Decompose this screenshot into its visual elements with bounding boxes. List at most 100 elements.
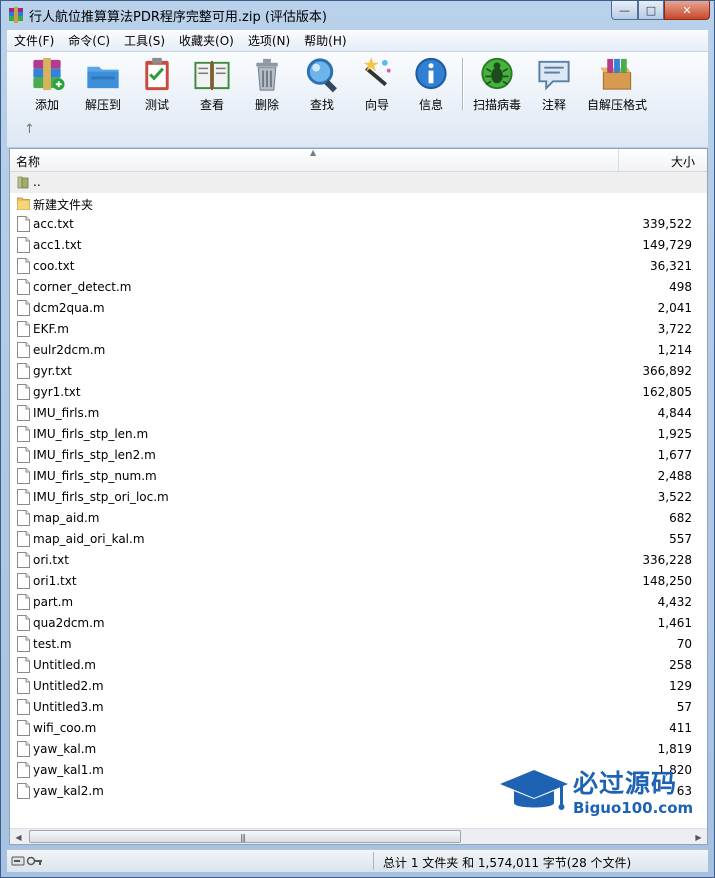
table-row[interactable]: eulr2dcm.m 1,214 (10, 340, 707, 361)
file-name: acc.txt (33, 217, 74, 231)
menu-bar: 文件(F) 命令(C) 工具(S) 收藏夹(O) 选项(N) 帮助(H) (7, 30, 708, 51)
file-size: 149,729 (642, 238, 692, 252)
table-row[interactable]: Untitled3.m 57 (10, 697, 707, 718)
sfx-button[interactable]: 自解压格式 (585, 55, 649, 113)
file-size: 4,432 (657, 595, 692, 609)
table-row[interactable]: IMU_firls.m 4,844 (10, 403, 707, 424)
maximize-button[interactable]: □ (638, 1, 664, 20)
scrollbar-thumb[interactable]: ||| (29, 830, 461, 843)
scroll-left-icon[interactable]: ◀ (10, 829, 27, 844)
file-size: 557 (669, 532, 692, 546)
up-folder-icon[interactable]: ↑ (24, 122, 35, 137)
file-list[interactable]: 名称 ▲ 大小 .. 新建文件夹 acc.txt 339,522 acc1.txt 149… (9, 148, 708, 845)
file-icon (17, 237, 30, 253)
parent-row[interactable]: .. (10, 172, 707, 193)
window-controls: — □ ✕ (611, 1, 710, 21)
scroll-right-icon[interactable]: ▶ (690, 829, 707, 844)
menu-file[interactable]: 文件(F) (7, 32, 61, 49)
file-icon (17, 741, 30, 757)
file-name: ori.txt (33, 553, 69, 567)
table-row[interactable]: EKF.m 3,722 (10, 319, 707, 340)
menu-tools[interactable]: 工具(S) (117, 32, 172, 49)
table-row[interactable]: acc1.txt 149,729 (10, 235, 707, 256)
winrar-app-icon[interactable] (8, 7, 24, 23)
table-row[interactable]: coo.txt 36,321 (10, 256, 707, 277)
add-button[interactable]: 添加 (27, 55, 67, 113)
menu-help[interactable]: 帮助(H) (297, 32, 353, 49)
file-size: 411 (669, 721, 692, 735)
table-row[interactable]: part.m 4,432 (10, 592, 707, 613)
table-row[interactable]: IMU_firls_stp_len.m 1,925 (10, 424, 707, 445)
table-row[interactable]: Untitled2.m 129 (10, 676, 707, 697)
table-row[interactable]: IMU_firls_stp_num.m 2,488 (10, 466, 707, 487)
table-row[interactable]: yaw_kal.m 1,819 (10, 739, 707, 760)
file-name: dcm2qua.m (33, 301, 105, 315)
table-row[interactable]: map_aid_ori_kal.m 557 (10, 529, 707, 550)
table-row[interactable]: map_aid.m 682 (10, 508, 707, 529)
column-header-size[interactable]: 大小 (619, 149, 707, 171)
table-row[interactable]: wifi_coo.m 411 (10, 718, 707, 739)
menu-options[interactable]: 选项(N) (241, 32, 297, 49)
table-row[interactable]: gyr.txt 366,892 (10, 361, 707, 382)
minimize-button[interactable]: — (611, 1, 638, 20)
test-button[interactable]: 测试 (137, 55, 177, 113)
drive-key-icon[interactable] (11, 854, 43, 867)
file-icon (17, 657, 30, 673)
table-row[interactable]: Untitled.m 258 (10, 655, 707, 676)
file-name: gyr1.txt (33, 385, 81, 399)
file-icon (17, 384, 30, 400)
view-button[interactable]: 查看 (190, 55, 234, 113)
table-row[interactable]: qua2dcm.m 1,461 (10, 613, 707, 634)
file-name: IMU_firls.m (33, 406, 100, 420)
file-icon (17, 573, 30, 589)
folder-row[interactable]: 新建文件夹 (10, 193, 707, 214)
test-label: 测试 (144, 98, 169, 112)
column-header-name[interactable]: 名称 ▲ (10, 149, 619, 171)
menu-commands[interactable]: 命令(C) (61, 32, 117, 49)
table-row[interactable]: acc.txt 339,522 (10, 214, 707, 235)
comment-button[interactable]: 注释 (534, 55, 574, 113)
table-row[interactable]: IMU_firls_stp_ori_loc.m 3,522 (10, 487, 707, 508)
file-name: gyr.txt (33, 364, 72, 378)
table-row[interactable]: gyr1.txt 162,805 (10, 382, 707, 403)
find-icon (306, 58, 337, 93)
add-label: 添加 (34, 98, 59, 112)
close-button[interactable]: ✕ (664, 1, 710, 20)
virus-scan-button[interactable]: 扫描病毒 (471, 55, 523, 113)
view-icon (194, 60, 230, 91)
table-row[interactable]: ori.txt 336,228 (10, 550, 707, 571)
file-name: 新建文件夹 (33, 198, 94, 212)
extract-to-button[interactable]: 解压到 (81, 55, 125, 113)
extract-to-icon (87, 66, 119, 89)
toolbar-separator (462, 58, 463, 110)
file-size: 682 (669, 511, 692, 525)
file-icon (17, 594, 30, 610)
file-name: Untitled2.m (33, 679, 104, 693)
watermark: 必过源码 Biguo100.com (498, 764, 698, 826)
table-row[interactable]: ori1.txt 148,250 (10, 571, 707, 592)
horizontal-scrollbar[interactable]: ◀ ||| ▶ (10, 828, 707, 844)
table-row[interactable]: dcm2qua.m 2,041 (10, 298, 707, 319)
info-button[interactable]: 信息 (411, 55, 451, 113)
file-size: 336,228 (642, 553, 692, 567)
find-button[interactable]: 查找 (302, 55, 342, 113)
delete-button[interactable]: 删除 (247, 55, 287, 113)
watermark-en: Biguo100.com (573, 799, 694, 817)
minimize-icon: — (619, 3, 630, 17)
file-size: 162,805 (642, 385, 692, 399)
file-name: .. (33, 175, 41, 189)
wizard-icon (363, 56, 391, 87)
status-summary: 总计 1 文件夹 和 1,574,011 字节(28 个文件) (383, 856, 632, 870)
file-size: 258 (669, 658, 692, 672)
file-icon (17, 510, 30, 526)
file-size: 148,250 (642, 574, 692, 588)
table-row[interactable]: IMU_firls_stp_len2.m 1,677 (10, 445, 707, 466)
status-bar: 总计 1 文件夹 和 1,574,011 字节(28 个文件) (7, 849, 708, 872)
file-size: 498 (669, 280, 692, 294)
title-bar[interactable]: 行人航位推算算法PDR程序完整可用.zip (评估版本) — □ ✕ (1, 1, 714, 29)
file-icon (17, 468, 30, 484)
table-row[interactable]: test.m 70 (10, 634, 707, 655)
menu-favorites[interactable]: 收藏夹(O) (172, 32, 241, 49)
wizard-button[interactable]: 向导 (357, 55, 397, 113)
table-row[interactable]: corner_detect.m 498 (10, 277, 707, 298)
